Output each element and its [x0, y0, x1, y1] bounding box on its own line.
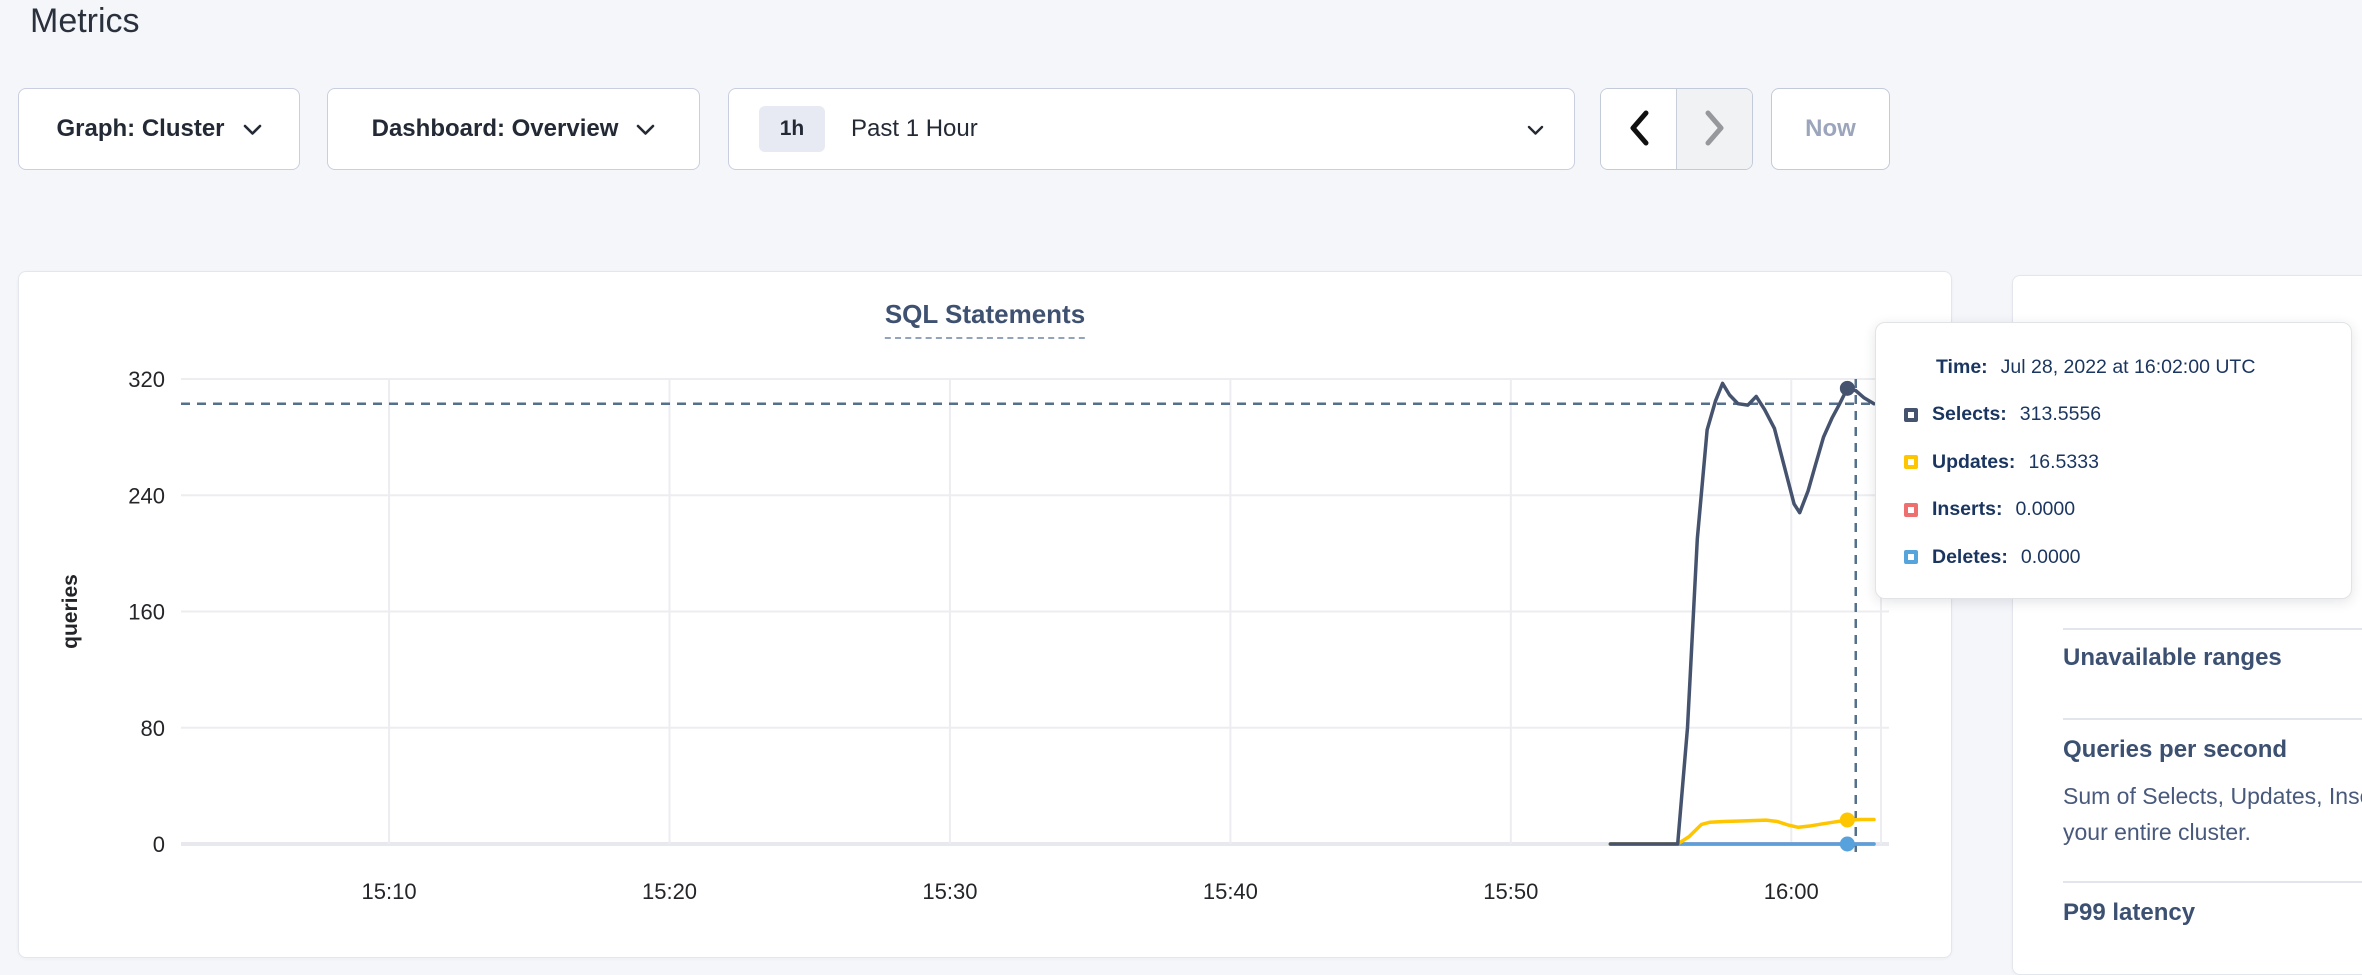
dashboard-dropdown[interactable]: Dashboard: Overview: [327, 88, 700, 170]
svg-text:80: 80: [141, 716, 165, 741]
time-range-label: Past 1 Hour: [851, 115, 1509, 143]
dashboard-dropdown-label: Dashboard: Overview: [372, 115, 619, 143]
svg-text:15:30: 15:30: [922, 879, 977, 904]
svg-text:320: 320: [128, 367, 165, 392]
time-range-badge: 1h: [759, 106, 825, 152]
tooltip-row-inserts: Inserts: 0.0000: [1904, 497, 2075, 522]
svg-text:15:50: 15:50: [1483, 879, 1538, 904]
sidebar-heading-p99-latency: P99 latency: [2063, 899, 2195, 927]
svg-text:16:00: 16:00: [1764, 879, 1819, 904]
sidebar-divider: [2063, 718, 2362, 720]
svg-text:15:40: 15:40: [1203, 879, 1258, 904]
next-time-button[interactable]: [1676, 89, 1752, 169]
tooltip-time-value: Jul 28, 2022 at 16:02:00 UTC: [2001, 356, 2256, 379]
deletes-series-swatch-icon: [1904, 550, 1918, 564]
svg-text:0: 0: [153, 832, 165, 857]
sql-statements-chart[interactable]: 0 80 160 240 320 15:10 15:20 15:30 15:40 15:50 16:…: [19, 272, 1953, 959]
chevron-down-icon: [1527, 115, 1544, 143]
selects-series-swatch-icon: [1904, 408, 1918, 422]
tooltip-time-row: Time: Jul 28, 2022 at 16:02:00 UTC: [1936, 355, 2255, 380]
chevron-left-icon: [1628, 110, 1650, 149]
tooltip-row-selects: Selects: 313.5556: [1904, 402, 2101, 427]
tooltip-row-deletes: Deletes: 0.0000: [1904, 545, 2081, 570]
chart-hover-tooltip: Time: Jul 28, 2022 at 16:02:00 UTC Selec…: [1875, 322, 2352, 599]
chevron-down-icon: [243, 115, 262, 143]
svg-text:240: 240: [128, 483, 165, 508]
sidebar-heading-queries-per-second: Queries per second: [2063, 736, 2287, 764]
updates-series-swatch-icon: [1904, 455, 1918, 469]
sidebar-description-queries-per-second: Sum of Selects, Updates, Inseryour entir…: [2063, 779, 2362, 850]
svg-text:160: 160: [128, 600, 165, 625]
sidebar-divider: [2063, 881, 2362, 883]
svg-text:15:20: 15:20: [642, 879, 697, 904]
svg-text:15:10: 15:10: [362, 879, 417, 904]
svg-text:queries: queries: [59, 574, 82, 649]
tooltip-time-label: Time:: [1936, 356, 1988, 379]
tooltip-row-updates: Updates: 16.5333: [1904, 450, 2099, 475]
sidebar-divider: [2063, 628, 2362, 630]
time-nav-group: [1600, 88, 1753, 170]
time-range-selector[interactable]: 1h Past 1 Hour: [728, 88, 1575, 170]
sql-statements-chart-card: SQL Statements 08016024032015:1015:2015:…: [18, 271, 1952, 958]
chevron-right-icon: [1704, 110, 1726, 149]
now-button[interactable]: Now: [1771, 88, 1890, 170]
prev-time-button[interactable]: [1601, 89, 1676, 169]
sidebar-heading-unavailable-ranges: Unavailable ranges: [2063, 644, 2282, 672]
graph-dropdown[interactable]: Graph: Cluster: [18, 88, 300, 170]
chevron-down-icon: [636, 115, 655, 143]
page-title: Metrics: [30, 2, 140, 41]
graph-dropdown-label: Graph: Cluster: [56, 115, 224, 143]
inserts-series-swatch-icon: [1904, 503, 1918, 517]
